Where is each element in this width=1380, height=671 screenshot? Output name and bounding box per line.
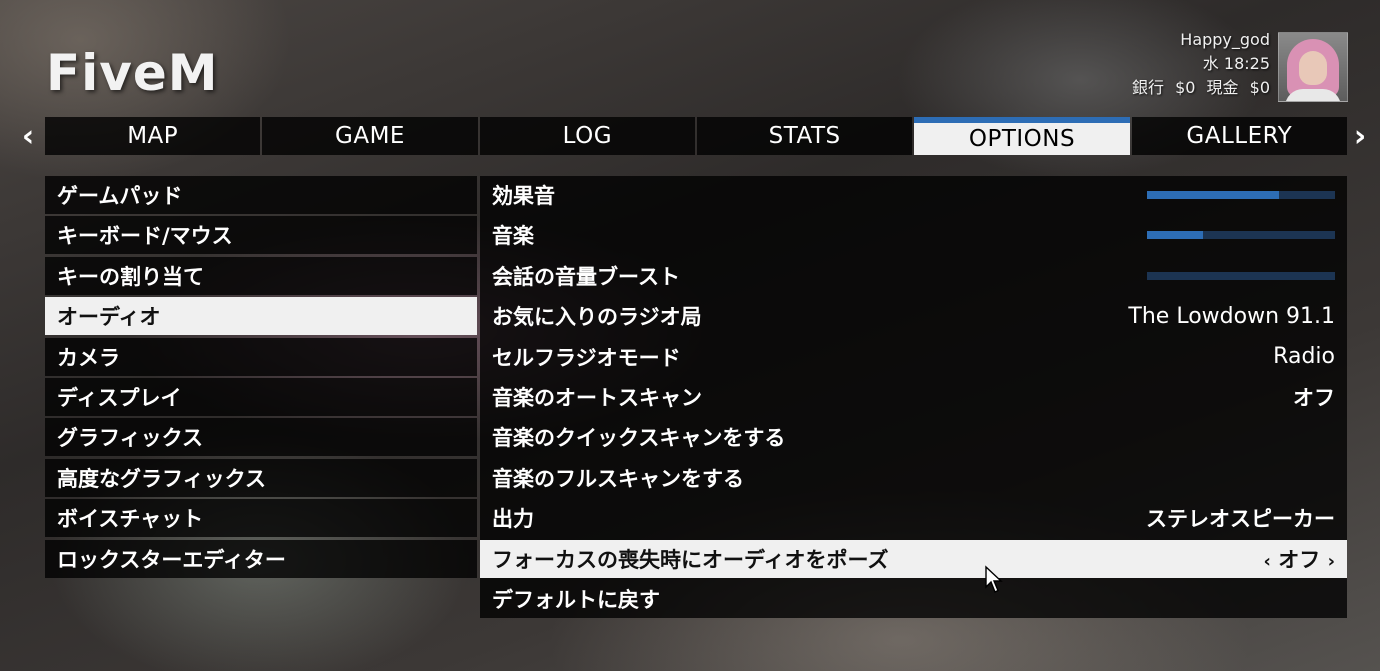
player-info: Happy_god 水 18:25 銀行 $0 現金 $0 bbox=[1126, 28, 1270, 100]
cash-label: 現金 bbox=[1206, 78, 1239, 97]
chevron-left-icon[interactable]: ‹ bbox=[1264, 551, 1271, 572]
mouse-cursor-icon bbox=[985, 565, 1003, 593]
tab-options[interactable]: OPTIONS bbox=[914, 117, 1130, 155]
setting-label: 音楽 bbox=[492, 224, 534, 249]
player-datetime: 水 18:25 bbox=[1202, 54, 1270, 73]
menu-item-audio[interactable]: オーディオ bbox=[45, 297, 477, 336]
tab-next-arrow-icon[interactable]: › bbox=[1348, 118, 1372, 154]
setting-label: 効果音 bbox=[492, 184, 555, 208]
tab-prev-arrow-icon[interactable]: ‹ bbox=[16, 118, 40, 154]
setting-pause-on-focus-loss[interactable]: フォーカスの喪失時にオーディオをポーズ ‹ オフ › bbox=[480, 539, 1347, 578]
menu-item-rockstar-editor[interactable]: ロックスターエディター bbox=[45, 539, 477, 578]
menu-item-keyboard-mouse[interactable]: キーボード/マウス bbox=[45, 216, 477, 255]
setting-full-scan[interactable]: 音楽のフルスキャンをする bbox=[480, 459, 1347, 497]
setting-quick-scan[interactable]: 音楽のクイックスキャンをする bbox=[480, 418, 1347, 456]
setting-label: 音楽のフルスキャンをする bbox=[492, 466, 744, 491]
menu-item-voice-chat[interactable]: ボイスチャット bbox=[45, 499, 477, 538]
tab-gallery[interactable]: GALLERY bbox=[1131, 117, 1347, 155]
setting-favorite-radio[interactable]: お気に入りのラジオ局 The Lowdown 91.1 bbox=[480, 297, 1347, 335]
sfx-volume-slider[interactable] bbox=[1147, 191, 1335, 199]
setting-dialogue-boost[interactable]: 会話の音量ブースト bbox=[480, 257, 1347, 295]
dialogue-boost-slider[interactable] bbox=[1147, 271, 1335, 280]
options-category-menu: ゲームパッド キーボード/マウス キーの割り当て オーディオ カメラ ディスプレ… bbox=[45, 176, 477, 580]
bank-value: $0 bbox=[1175, 78, 1196, 97]
setting-music-autoscan[interactable]: 音楽のオートスキャン オフ bbox=[480, 378, 1347, 416]
setting-label: セルフラジオモード bbox=[492, 345, 681, 370]
setting-label: 音楽のクイックスキャンをする bbox=[492, 426, 786, 451]
player-money: 銀行 $0 現金 $0 bbox=[1126, 76, 1270, 100]
setting-label: 音楽のオートスキャン bbox=[492, 385, 702, 410]
avatar bbox=[1278, 32, 1348, 102]
tab-bar: MAP GAME LOG STATS OPTIONS GALLERY bbox=[45, 117, 1347, 155]
bank-label: 銀行 bbox=[1131, 78, 1164, 97]
setting-music-volume[interactable]: 音楽 bbox=[480, 216, 1347, 254]
tab-log[interactable]: LOG bbox=[479, 117, 695, 155]
audio-settings-panel: 効果音 音楽 会話の音量ブースト お気に入りのラジオ局 The Lowdown … bbox=[480, 176, 1347, 618]
player-name: Happy_god bbox=[1180, 30, 1270, 49]
tab-stats[interactable]: STATS bbox=[696, 117, 913, 155]
music-volume-slider[interactable] bbox=[1147, 231, 1335, 240]
cash-value: $0 bbox=[1249, 78, 1270, 97]
menu-item-advanced-graphics[interactable]: 高度なグラフィックス bbox=[45, 458, 477, 497]
setting-sfx-volume[interactable]: 効果音 bbox=[480, 176, 1347, 214]
app-logo: FiveM bbox=[46, 44, 219, 102]
setting-label: デフォルトに戻す bbox=[492, 587, 660, 612]
menu-item-key-bindings[interactable]: キーの割り当て bbox=[45, 256, 477, 295]
setting-value: Radio bbox=[1273, 344, 1335, 370]
setting-value: ステレオスピーカー bbox=[1146, 507, 1335, 532]
setting-value: オフ bbox=[1278, 547, 1321, 572]
menu-item-camera[interactable]: カメラ bbox=[45, 337, 477, 376]
tab-game[interactable]: GAME bbox=[262, 117, 478, 155]
menu-item-gamepad[interactable]: ゲームパッド bbox=[45, 176, 477, 214]
setting-value: The Lowdown 91.1 bbox=[1128, 303, 1335, 329]
setting-output[interactable]: 出力 ステレオスピーカー bbox=[480, 499, 1347, 537]
setting-label: お気に入りのラジオ局 bbox=[492, 305, 702, 330]
chevron-right-icon[interactable]: › bbox=[1328, 551, 1335, 572]
setting-label: 会話の音量ブースト bbox=[492, 264, 680, 289]
menu-item-display[interactable]: ディスプレイ bbox=[45, 377, 477, 416]
tab-map[interactable]: MAP bbox=[45, 117, 261, 155]
setting-label: フォーカスの喪失時にオーディオをポーズ bbox=[492, 547, 889, 572]
setting-selector: ‹ オフ › bbox=[1264, 544, 1335, 574]
setting-self-radio-mode[interactable]: セルフラジオモード Radio bbox=[480, 338, 1347, 376]
setting-value: オフ bbox=[1293, 385, 1335, 410]
setting-restore-defaults[interactable]: デフォルトに戻す bbox=[480, 580, 1347, 618]
setting-label: 出力 bbox=[492, 507, 534, 532]
menu-item-graphics[interactable]: グラフィックス bbox=[45, 418, 477, 457]
